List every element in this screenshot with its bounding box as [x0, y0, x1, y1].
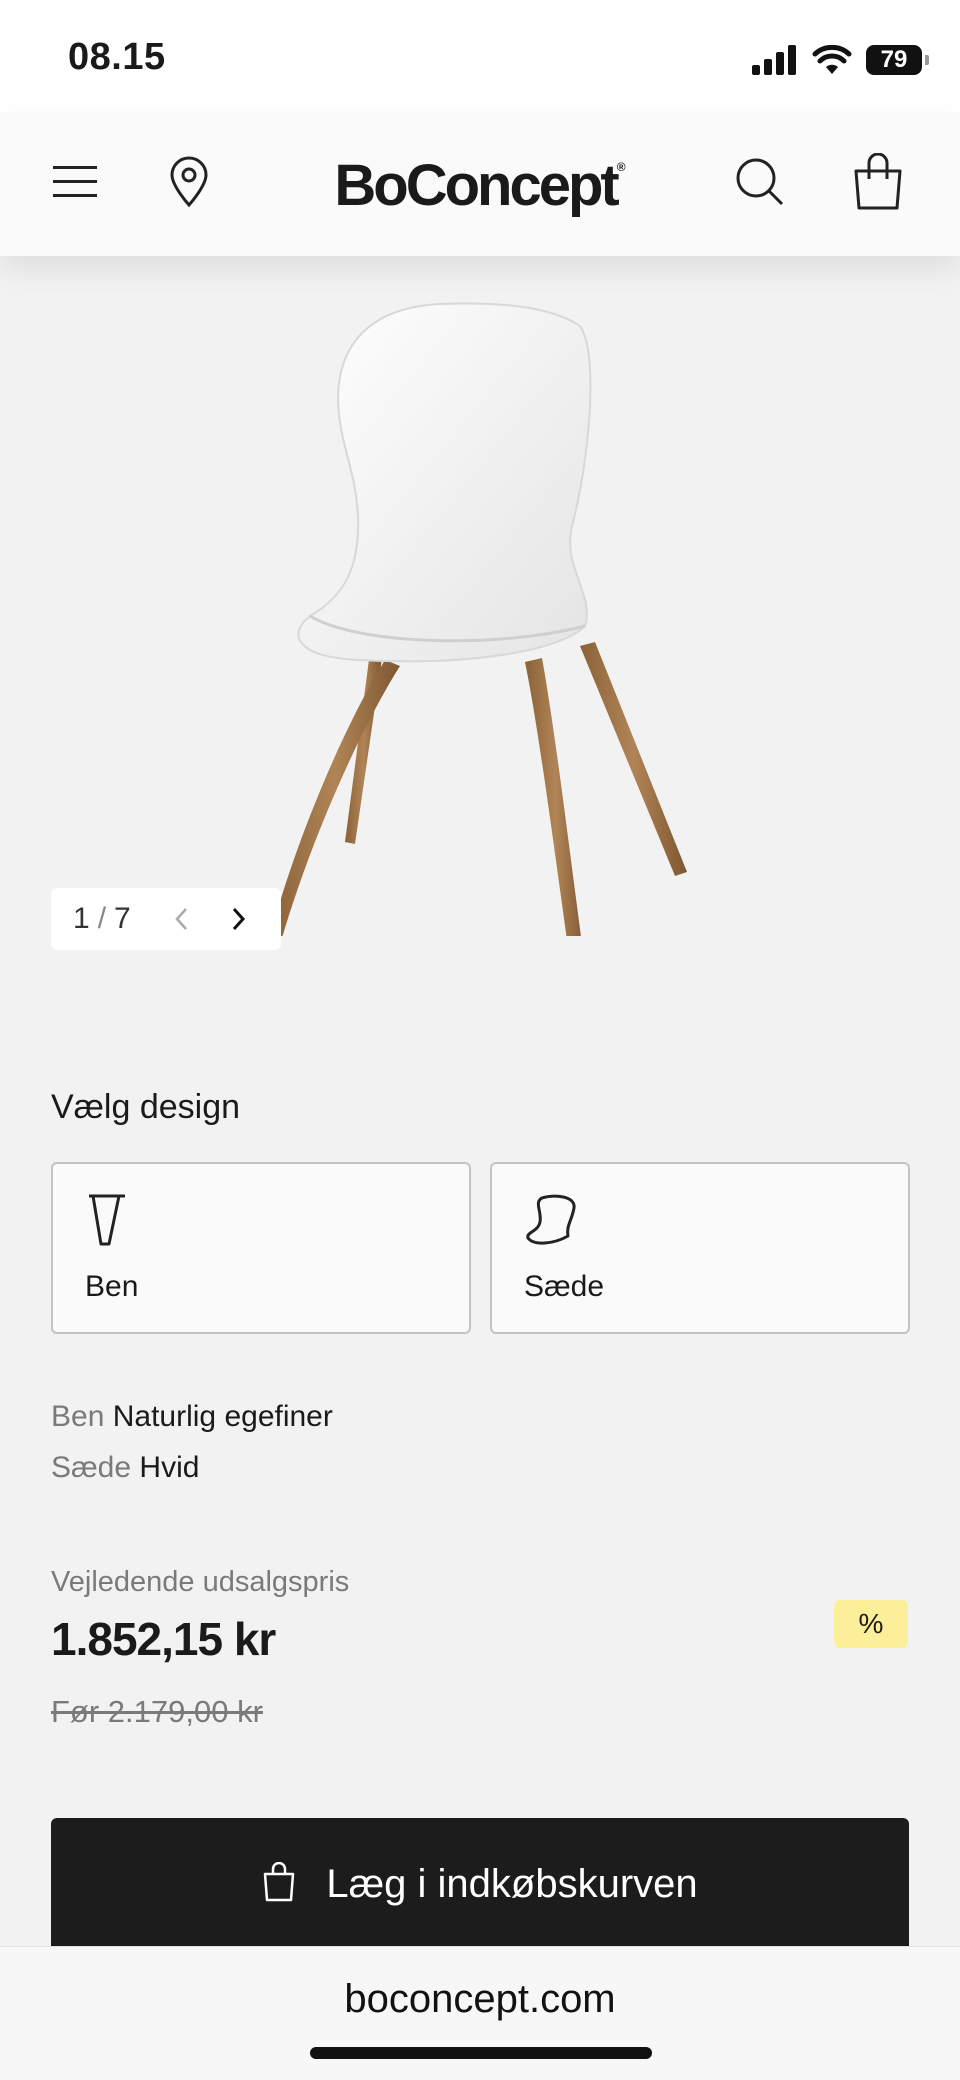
- spec-legs-value: Naturlig egefiner: [112, 1400, 333, 1433]
- design-option-seat[interactable]: Sæde: [490, 1162, 910, 1334]
- old-price: Før 2.179,00 kr: [51, 1694, 263, 1729]
- gallery-total: 7: [114, 902, 131, 935]
- wifi-icon: [812, 45, 852, 74]
- product-gallery[interactable]: 1 / 7: [0, 256, 960, 976]
- discount-badge: %: [834, 1600, 908, 1648]
- spec-seat-key: Sæde: [51, 1451, 132, 1484]
- status-icons: 79: [752, 40, 929, 80]
- spec-legs: Ben Naturlig egefiner: [51, 1400, 333, 1434]
- gallery-next-button[interactable]: [223, 904, 253, 934]
- shopping-bag-icon: [854, 153, 902, 210]
- battery-indicator: 79: [866, 45, 929, 75]
- chevron-left-icon: [175, 908, 187, 930]
- battery-level: 79: [880, 46, 908, 73]
- gallery-current: 1: [73, 902, 90, 935]
- design-option-legs[interactable]: Ben: [51, 1162, 471, 1334]
- home-indicator[interactable]: [310, 2047, 652, 2059]
- status-bar: 08.15 79: [0, 0, 960, 112]
- design-option-legs-label: Ben: [85, 1270, 139, 1303]
- chevron-right-icon: [232, 907, 245, 931]
- design-section-title: Vælg design: [51, 1088, 241, 1126]
- spec-seat: Sæde Hvid: [51, 1451, 199, 1485]
- search-icon: [736, 158, 784, 206]
- browser-url-bar[interactable]: boconcept.com: [0, 1946, 960, 2080]
- status-time: 08.15: [68, 36, 166, 78]
- current-price: 1.852,15 kr: [51, 1613, 276, 1665]
- spec-legs-key: Ben: [51, 1400, 105, 1433]
- shopping-bag-icon: [264, 1862, 295, 1902]
- product-image-chair: [270, 302, 687, 936]
- cart-button-header[interactable]: [846, 150, 910, 214]
- add-to-cart-label: Læg i indkøbskurven: [326, 1862, 698, 1906]
- gallery-pager: 1 / 7: [51, 888, 281, 950]
- search-button[interactable]: [728, 150, 792, 214]
- brand-logo[interactable]: BoConcept®: [0, 152, 960, 219]
- gallery-separator: /: [97, 902, 107, 935]
- spec-seat-value: Hvid: [139, 1451, 200, 1484]
- gallery-prev-button[interactable]: [167, 904, 197, 934]
- url-text[interactable]: boconcept.com: [0, 1977, 960, 2022]
- signal-icon: [752, 45, 796, 75]
- leg-icon: [89, 1194, 125, 1246]
- design-option-seat-label: Sæde: [524, 1270, 605, 1303]
- add-to-cart-button[interactable]: Læg i indkøbskurven: [51, 1818, 909, 1958]
- price-label: Vejledende udsalgspris: [51, 1566, 350, 1598]
- site-header: BoConcept®: [0, 112, 960, 256]
- seat-icon: [526, 1194, 576, 1245]
